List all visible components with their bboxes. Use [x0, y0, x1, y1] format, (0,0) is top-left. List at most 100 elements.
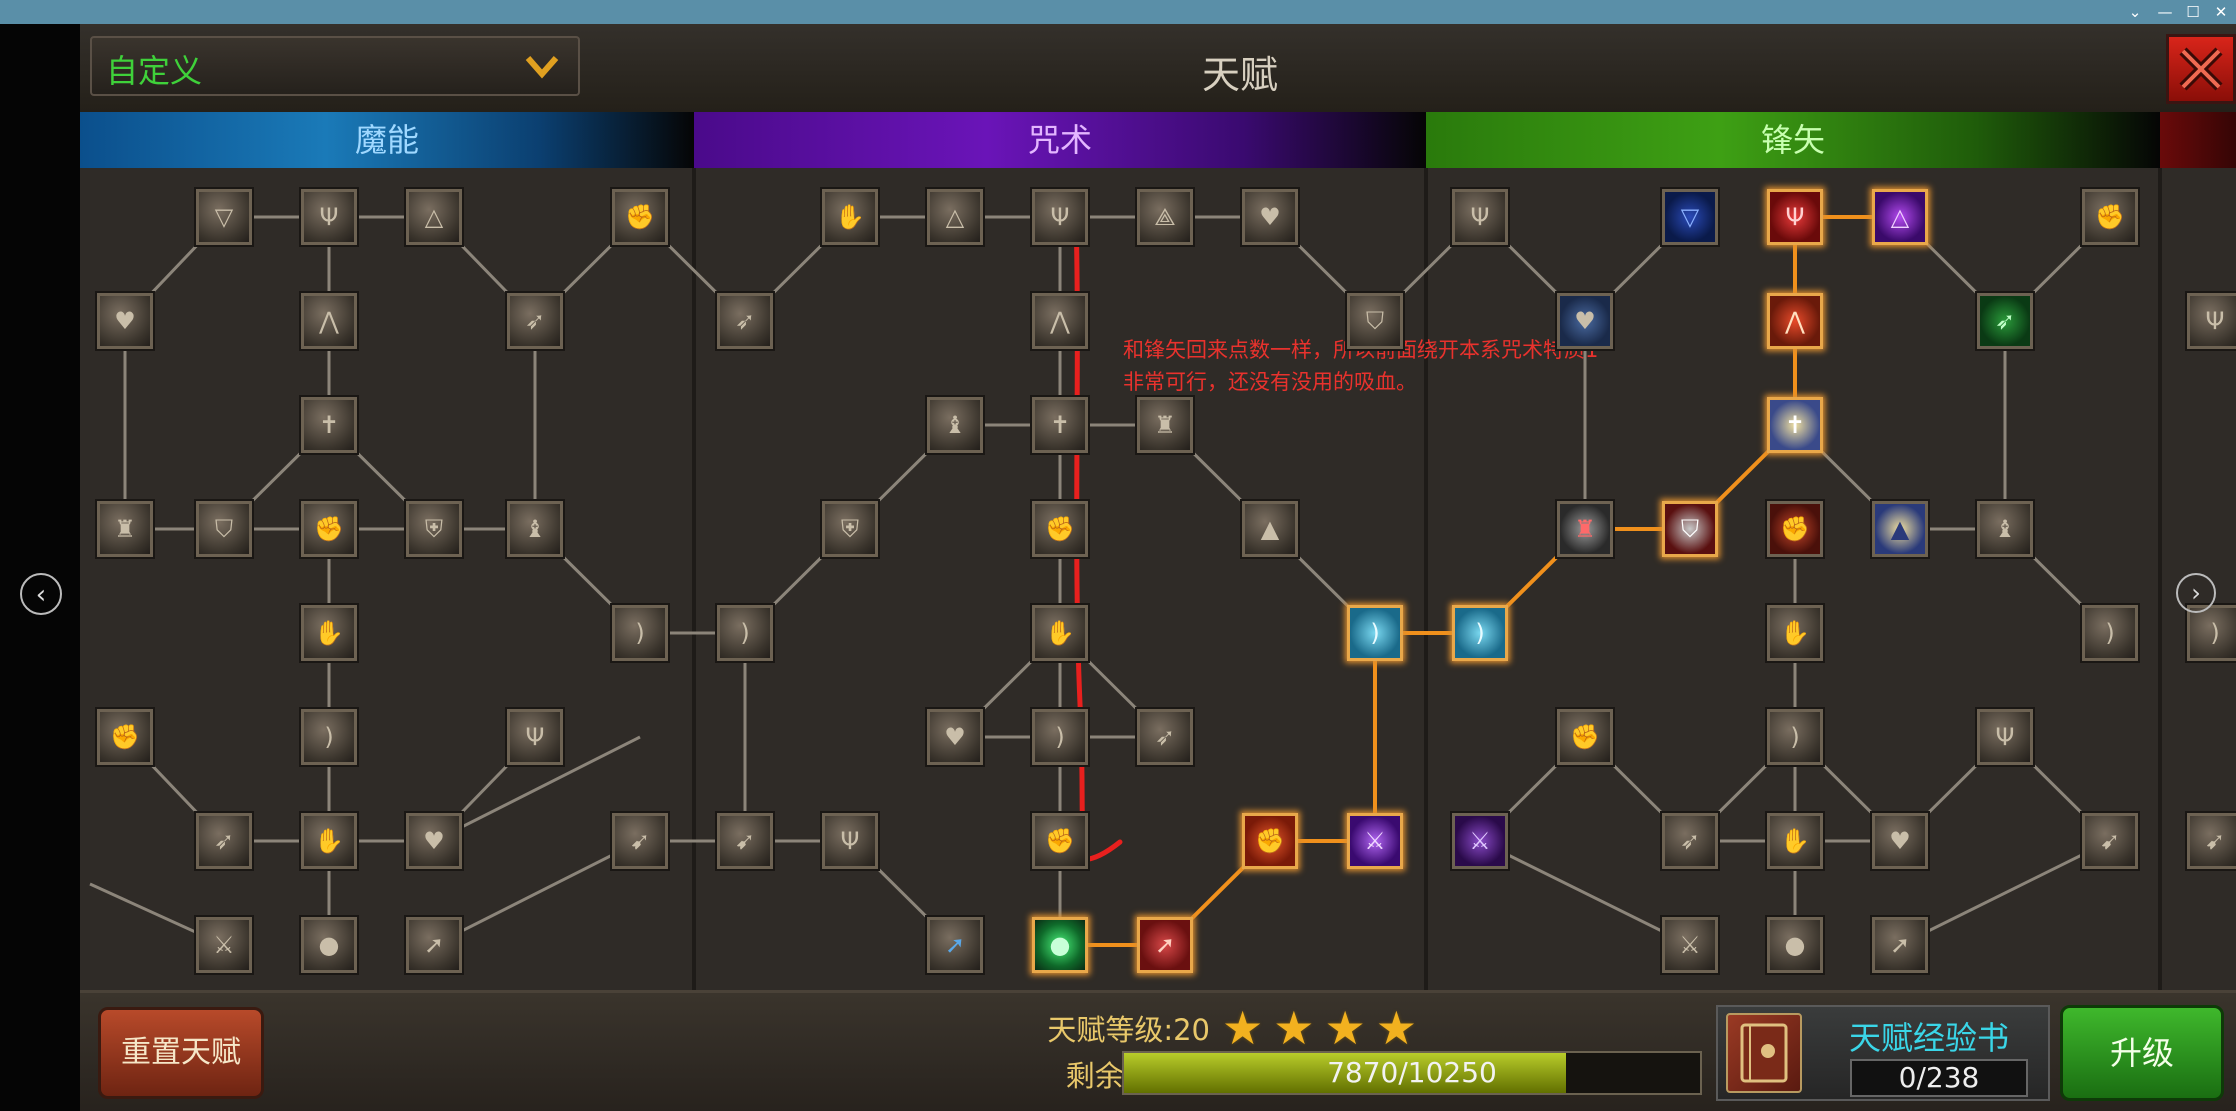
talent-node[interactable]: ➶ [507, 293, 563, 349]
talent-node[interactable]: ⟁ [1137, 189, 1193, 245]
talent-node[interactable]: ✊ [1557, 709, 1613, 765]
talent-node[interactable]: ✋ [1032, 605, 1088, 661]
talent-node[interactable]: ● [301, 917, 357, 973]
talent-node[interactable]: ✋ [1767, 605, 1823, 661]
talent-node-active[interactable]: ) [1347, 605, 1403, 661]
talent-node[interactable]: ✊ [97, 709, 153, 765]
talent-node[interactable]: ✋ [1767, 813, 1823, 869]
talent-node-active[interactable]: ) [1452, 605, 1508, 661]
talent-node[interactable]: ➶ [1662, 813, 1718, 869]
talent-node[interactable]: △ [406, 189, 462, 245]
talent-node[interactable]: ♥ [97, 293, 153, 349]
talent-node[interactable]: ⋀ [1032, 293, 1088, 349]
talent-exp-book[interactable]: 天赋经验书 0/238 [1716, 1005, 2050, 1101]
talent-node[interactable]: ➹ [2082, 813, 2138, 869]
fist-icon: ✊ [2095, 203, 2125, 231]
maximize-button[interactable]: ☐ [2178, 0, 2208, 24]
talent-node[interactable]: Ψ [507, 709, 563, 765]
reset-talents-button[interactable]: 重置天赋 [98, 1007, 264, 1099]
talent-node[interactable]: ✊ [2082, 189, 2138, 245]
minimize-button[interactable]: — [2150, 0, 2180, 24]
talent-node[interactable]: ✊ [301, 501, 357, 557]
talent-node[interactable]: ▲ [1872, 501, 1928, 557]
talent-node[interactable]: △ [927, 189, 983, 245]
talent-node[interactable]: ➚ [406, 917, 462, 973]
talent-node[interactable]: ✊ [612, 189, 668, 245]
talent-node[interactable]: ⋀ [301, 293, 357, 349]
talent-node[interactable]: ✊ [1767, 501, 1823, 557]
talent-node[interactable]: ) [612, 605, 668, 661]
window-close-button[interactable]: ✕ [2206, 0, 2236, 24]
collapse-icon[interactable]: ⌄ [2120, 0, 2150, 24]
talent-node[interactable]: Ψ [1977, 709, 2033, 765]
talent-node[interactable]: ) [2187, 605, 2236, 661]
fire-fist-icon: ✊ [1780, 515, 1810, 543]
talent-node[interactable]: ♥ [406, 813, 462, 869]
talent-node[interactable]: ♥ [1242, 189, 1298, 245]
hand-icon: ✋ [1780, 619, 1810, 647]
talent-node[interactable]: ▽ [1662, 189, 1718, 245]
talent-node[interactable]: ) [301, 709, 357, 765]
talent-node[interactable]: ♝ [927, 397, 983, 453]
talent-node[interactable]: Ψ [301, 189, 357, 245]
upgrade-button[interactable]: 升级 [2060, 1005, 2224, 1101]
talent-node[interactable]: ➹ [2187, 813, 2236, 869]
talent-node[interactable]: ▲ [1242, 501, 1298, 557]
talent-node-active[interactable]: ✊ [1242, 813, 1298, 869]
talent-node[interactable]: ➶ [196, 813, 252, 869]
talent-node[interactable]: ♝ [507, 501, 563, 557]
talent-node[interactable]: ➹ [612, 813, 668, 869]
talent-node[interactable]: ⚔ [1452, 813, 1508, 869]
talent-node-active[interactable]: △ [1872, 189, 1928, 245]
talent-node-active[interactable]: ⛉ [1662, 501, 1718, 557]
talent-node[interactable]: ♥ [1557, 293, 1613, 349]
talent-node[interactable]: ➚ [1872, 917, 1928, 973]
talent-node[interactable]: ) [1032, 709, 1088, 765]
talent-node-active[interactable]: ⋀ [1767, 293, 1823, 349]
talent-node[interactable]: ✝ [301, 397, 357, 453]
talent-node[interactable]: ✋ [301, 605, 357, 661]
talent-node-active[interactable]: ✝ [1767, 397, 1823, 453]
talent-node[interactable]: ✝ [1032, 397, 1088, 453]
talent-node-active[interactable]: ➚ [1137, 917, 1193, 973]
talent-node[interactable]: ✋ [301, 813, 357, 869]
talent-node[interactable]: ➚ [927, 917, 983, 973]
talent-node[interactable]: ⚔ [1662, 917, 1718, 973]
talent-node[interactable]: ♜ [1557, 501, 1613, 557]
talent-node[interactable]: ♜ [97, 501, 153, 557]
talent-node[interactable]: ♜ [1137, 397, 1193, 453]
talent-node[interactable]: ⛨ [822, 501, 878, 557]
talent-node-active[interactable]: ● [1032, 917, 1088, 973]
next-page-arrow[interactable]: › [2176, 573, 2216, 613]
talent-node[interactable]: ✋ [822, 189, 878, 245]
talent-node[interactable]: ) [717, 605, 773, 661]
fist-icon: ✊ [1570, 723, 1600, 751]
talent-node[interactable]: Ψ [1452, 189, 1508, 245]
talent-node[interactable]: ♝ [1977, 501, 2033, 557]
talent-node[interactable]: ) [1767, 709, 1823, 765]
helmet-icon: ♜ [1154, 411, 1176, 439]
talent-node[interactable]: Ψ [1032, 189, 1088, 245]
talent-node[interactable]: ➶ [1977, 293, 2033, 349]
talent-level: 天赋等级:20 [1047, 1013, 1210, 1047]
talent-node[interactable]: ⛨ [406, 501, 462, 557]
prev-page-arrow[interactable]: ‹ [20, 573, 62, 615]
talent-node-active[interactable]: Ψ [1767, 189, 1823, 245]
talent-node[interactable]: ● [1767, 917, 1823, 973]
talent-node-active[interactable]: ⚔ [1347, 813, 1403, 869]
talent-node[interactable]: ➶ [1137, 709, 1193, 765]
talent-node[interactable]: Ψ [822, 813, 878, 869]
talent-node[interactable]: ⛉ [1347, 293, 1403, 349]
heart-icon: ♥ [423, 827, 445, 855]
talent-node[interactable]: Ψ [2187, 293, 2236, 349]
talent-node[interactable]: ➶ [717, 293, 773, 349]
talent-node[interactable]: ▽ [196, 189, 252, 245]
talent-node[interactable]: ✊ [1032, 813, 1088, 869]
talent-node[interactable]: ⛉ [196, 501, 252, 557]
talent-node[interactable]: ⚔ [196, 917, 252, 973]
talent-node[interactable]: ) [2082, 605, 2138, 661]
talent-node[interactable]: ♥ [1872, 813, 1928, 869]
talent-node[interactable]: ✊ [1032, 501, 1088, 557]
talent-node[interactable]: ♥ [927, 709, 983, 765]
talent-node[interactable]: ➹ [717, 813, 773, 869]
